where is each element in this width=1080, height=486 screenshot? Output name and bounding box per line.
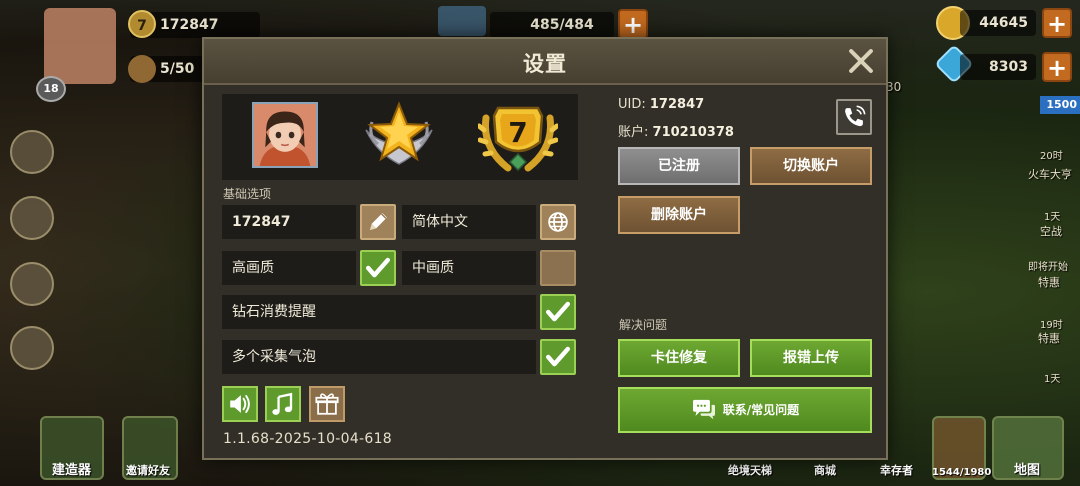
dialog-titlebar: 设置: [204, 39, 886, 85]
close-icon[interactable]: [844, 44, 878, 78]
gold-value: 44645: [979, 15, 1028, 31]
language-field: 简体中文: [402, 205, 536, 239]
special-offer-b: 特惠: [1038, 332, 1060, 345]
rank-level-number: 7: [508, 116, 527, 149]
gold-counter: 44645: [960, 10, 1036, 36]
add-diamond-button[interactable]: +: [1042, 52, 1072, 82]
shop-label: 商城: [814, 464, 836, 477]
star-rank-icon: [362, 100, 436, 170]
checkmark-icon: [546, 346, 570, 367]
event-badge: 1500: [1040, 96, 1080, 114]
laurel-level-icon: 7: [476, 98, 560, 174]
player-avatar[interactable]: [44, 8, 116, 84]
diamond-reminder-checkbox[interactable]: [540, 294, 576, 330]
contact-faq-content: 联系/常见问题: [620, 389, 870, 431]
gift-icon: [315, 393, 339, 415]
player-portrait[interactable]: [252, 102, 318, 168]
dialog-title: 设置: [523, 52, 567, 76]
day-counter-b: 1天: [1044, 374, 1061, 385]
uid-line: UID: 172847: [618, 97, 704, 112]
side-button-3[interactable]: [10, 262, 54, 306]
music-note-icon: [272, 392, 293, 415]
timer-19h: 19时: [1040, 320, 1063, 331]
side-button-2[interactable]: [10, 196, 54, 240]
survivors-label: 幸存者: [880, 464, 913, 477]
uid-label: UID:: [618, 97, 646, 112]
level-badge-small: 7: [128, 10, 156, 38]
basic-options-label: 基础选项: [223, 187, 272, 201]
timer-30: 30: [886, 80, 902, 94]
population-value: 5/50: [160, 61, 195, 77]
player-level: 18: [36, 76, 66, 102]
side-button-4[interactable]: [10, 326, 54, 370]
mid-quality-label: 中画质: [402, 251, 536, 285]
coming-soon-label: 即将开始: [1028, 262, 1068, 273]
uid-value: 172847: [649, 97, 705, 112]
account-value: 710210378: [652, 125, 734, 140]
diamond-reminder-label: 钻石消费提醒: [222, 295, 536, 329]
report-bug-button[interactable]: 报错上传: [750, 339, 872, 377]
phone-support-button[interactable]: [836, 99, 872, 135]
day-counter-a: 1天: [1044, 212, 1061, 223]
diamond-value: 8303: [989, 59, 1028, 75]
globe-icon[interactable]: [540, 204, 576, 240]
quest-icon[interactable]: [438, 6, 486, 36]
energy-counter: 485/484: [490, 12, 614, 38]
special-offer-a: 特惠: [1038, 276, 1060, 289]
switch-account-button[interactable]: 切换账户: [750, 147, 872, 185]
settings-dialog: 设置 7 基础选项 172847 简体中文 高画质 中画质 钻石消费提醒 多个采…: [202, 37, 888, 460]
storage-capacity: 1544/1980: [932, 467, 992, 478]
music-toggle-button[interactable]: [265, 386, 301, 422]
version-string: 1.1.68-2025-10-04-618: [223, 431, 393, 447]
high-quality-label: 高画质: [222, 251, 356, 285]
account-label: 账户:: [618, 125, 649, 140]
air-battle-label: 空战: [1040, 225, 1062, 238]
builder-label: 建造器: [52, 463, 92, 478]
population-icon: [128, 55, 156, 83]
player-name-field: 172847: [222, 205, 356, 239]
phone-support-icon: [845, 105, 866, 127]
stuck-fix-button[interactable]: 卡住修复: [618, 339, 740, 377]
map-label: 地图: [1014, 463, 1041, 478]
add-gold-button[interactable]: +: [1042, 8, 1072, 38]
solve-problems-label: 解决问题: [619, 318, 668, 332]
profile-strip: 7: [222, 94, 578, 180]
registered-button[interactable]: 已注册: [618, 147, 740, 185]
mid-quality-checkbox[interactable]: [540, 250, 576, 286]
chat-bubble-icon: [692, 399, 715, 420]
speaker-icon: [230, 395, 250, 413]
ladder-label: 绝境天梯: [728, 464, 772, 477]
checkmark-icon: [546, 301, 570, 322]
multi-bubble-checkbox[interactable]: [540, 339, 576, 375]
pencil-icon[interactable]: [360, 204, 396, 240]
side-button-1[interactable]: [10, 130, 54, 174]
high-quality-checkbox[interactable]: [360, 250, 396, 286]
timer-20h: 20时: [1040, 151, 1063, 162]
player-power-value: 172847: [160, 17, 219, 33]
checkmark-icon: [366, 257, 390, 278]
account-line: 账户: 710210378: [618, 121, 734, 140]
portrait-image: [254, 104, 316, 166]
contact-faq-label: 联系/常见问题: [722, 403, 800, 417]
train-event-label: 火车大亨: [1028, 168, 1072, 181]
contact-faq-button[interactable]: 联系/常见问题: [618, 387, 872, 433]
invite-friends-label: 邀请好友: [126, 464, 170, 477]
sound-toggle-button[interactable]: [222, 386, 258, 422]
energy-value: 485/484: [530, 17, 594, 33]
delete-account-button[interactable]: 删除账户: [618, 196, 740, 234]
gift-code-button[interactable]: [309, 386, 345, 422]
add-energy-button[interactable]: +: [618, 9, 648, 39]
multi-bubble-label: 多个采集气泡: [222, 340, 536, 374]
diamond-counter: 8303: [960, 54, 1036, 80]
